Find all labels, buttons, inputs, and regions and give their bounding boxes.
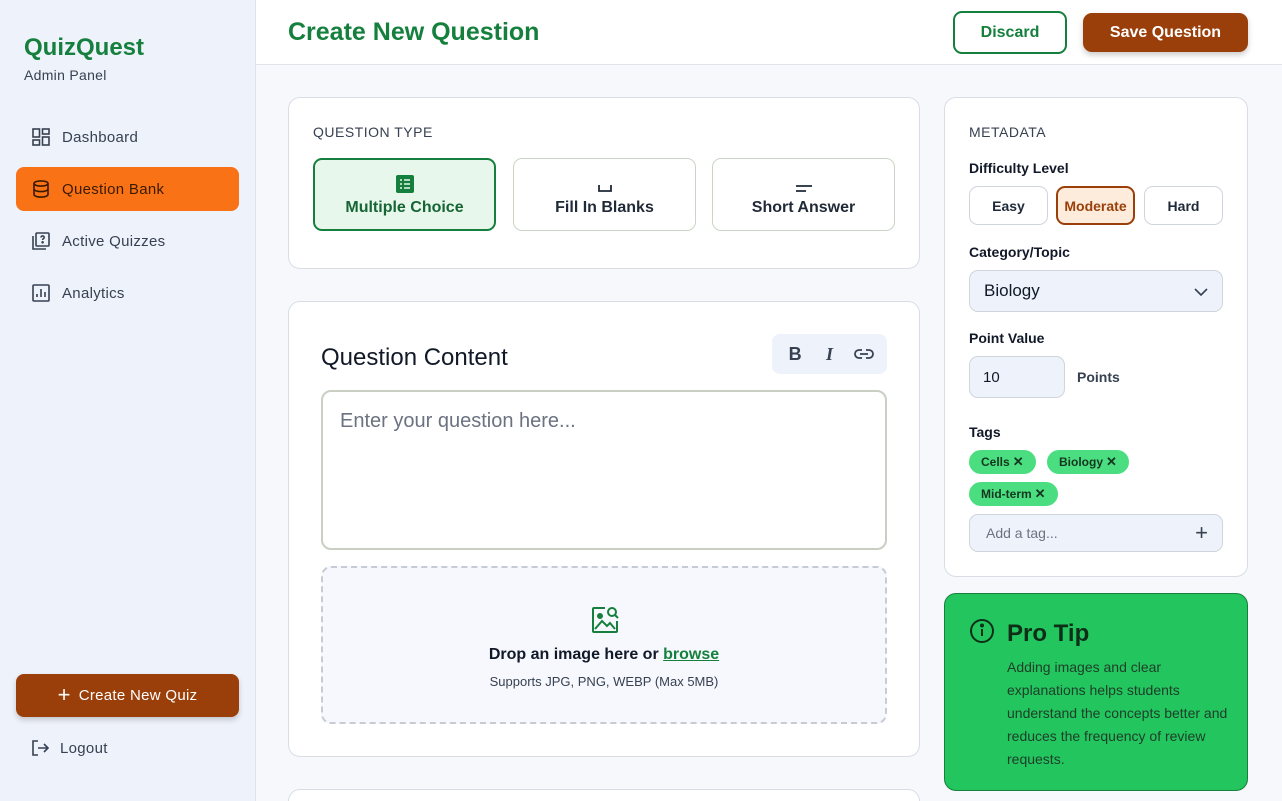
dropzone-label: Drop an image here or [488, 646, 659, 663]
dropzone-hint: Supports JPG, PNG, WEBP (Max 5MB) [489, 674, 719, 689]
plus-icon: + [57, 681, 71, 707]
link-icon [853, 349, 874, 359]
question-type-short-answer[interactable]: Short Answer [712, 158, 895, 231]
close-icon[interactable]: ✕ [1013, 454, 1024, 470]
dropzone-text: Drop an image here or browse [323, 646, 885, 664]
difficulty-easy-button[interactable]: Easy [969, 186, 1048, 225]
metadata-label: METADATA [969, 124, 1047, 140]
logout-label: Logout [60, 739, 108, 757]
database-icon [30, 178, 52, 200]
brand-subtitle: Admin Panel [24, 67, 107, 83]
question-type-multiple-choice[interactable]: Multiple Choice [313, 158, 496, 231]
option-label: Short Answer [751, 198, 856, 216]
tag-label: Biology [1059, 455, 1103, 469]
difficulty-moderate-button[interactable]: Moderate [1056, 186, 1135, 225]
bold-button[interactable]: B [781, 340, 809, 368]
tags-label: Tags [969, 424, 1001, 440]
pro-tip-card: Pro Tip Adding images and clear explanat… [944, 593, 1248, 791]
top-header: Create New Question Discard Save Questio… [256, 0, 1282, 65]
quiz-icon [30, 230, 52, 252]
sidebar-item-label: Active Quizzes [62, 232, 166, 250]
category-select[interactable]: Biology [969, 270, 1223, 312]
next-section-card [288, 789, 920, 801]
page-title: Create New Question [288, 18, 540, 46]
sidebar-item-question-bank[interactable]: Question Bank [16, 167, 239, 211]
point-value-input[interactable]: 10 [969, 356, 1065, 398]
question-content-card: Question Content B I Enter your question… [288, 301, 920, 757]
category-value: Biology [984, 281, 1040, 300]
save-question-button[interactable]: Save Question [1083, 13, 1248, 52]
tag-label: Mid-term [981, 487, 1032, 501]
chevron-down-icon [1194, 281, 1208, 301]
points-suffix: Points [1077, 369, 1120, 385]
difficulty-hard-button[interactable]: Hard [1144, 186, 1223, 225]
tag-placeholder: Add a tag... [986, 525, 1058, 541]
image-dropzone[interactable]: Drop an image here or browse Supports JP… [321, 566, 887, 724]
sidebar-item-label: Question Bank [62, 180, 165, 198]
question-text-input[interactable]: Enter your question here... [321, 390, 887, 550]
format-toolbar: B I [772, 334, 887, 374]
short-text-icon [795, 173, 813, 193]
difficulty-label: Difficulty Level [969, 160, 1069, 176]
sidebar-item-dashboard[interactable]: Dashboard [16, 115, 239, 159]
list-icon [395, 173, 414, 193]
tag-chip: Biology ✕ [1047, 450, 1129, 474]
close-icon[interactable]: ✕ [1106, 454, 1117, 470]
sidebar-item-active-quizzes[interactable]: Active Quizzes [16, 219, 239, 263]
pro-tip-body: Adding images and clear explanations hel… [1007, 659, 1228, 767]
logout-button[interactable]: Logout [30, 736, 108, 760]
logout-icon [30, 738, 50, 758]
create-new-quiz-button[interactable]: + Create New Quiz [16, 674, 239, 717]
bar-chart-icon [30, 282, 52, 304]
question-type-label: QUESTION TYPE [313, 124, 433, 140]
discard-button[interactable]: Discard [953, 11, 1067, 54]
sidebar: QuizQuest Admin Panel Dashboard Question… [0, 0, 256, 801]
dashboard-grid-icon [30, 126, 52, 148]
option-label: Multiple Choice [345, 198, 464, 216]
option-label: Fill In Blanks [555, 198, 654, 216]
image-search-icon [589, 604, 621, 641]
close-icon[interactable]: ✕ [1035, 486, 1046, 502]
browse-link[interactable]: browse [663, 646, 719, 663]
metadata-card: METADATA Difficulty Level Easy Moderate … [944, 97, 1248, 577]
category-label: Category/Topic [969, 244, 1070, 260]
question-type-card: QUESTION TYPE Multiple Choice Fill In Bl… [288, 97, 920, 269]
blank-icon [597, 173, 613, 193]
add-tag-input[interactable]: Add a tag... + [969, 514, 1223, 552]
tag-label: Cells [981, 455, 1010, 469]
brand-logo: QuizQuest [24, 34, 145, 61]
sidebar-item-label: Dashboard [62, 128, 139, 146]
question-content-title: Question Content [321, 344, 508, 371]
sidebar-item-label: Analytics [62, 284, 125, 302]
info-icon [969, 618, 995, 649]
pro-tip-title: Pro Tip [1007, 620, 1090, 647]
italic-button[interactable]: I [815, 340, 843, 368]
tag-chip: Cells ✕ [969, 450, 1036, 474]
tag-chip: Mid-term ✕ [969, 482, 1058, 506]
link-button[interactable] [850, 340, 878, 368]
create-quiz-label: Create New Quiz [78, 687, 198, 704]
plus-icon[interactable]: + [1195, 522, 1208, 544]
question-type-fill-in-blanks[interactable]: Fill In Blanks [513, 158, 696, 231]
points-label: Point Value [969, 330, 1045, 346]
sidebar-item-analytics[interactable]: Analytics [16, 271, 239, 315]
